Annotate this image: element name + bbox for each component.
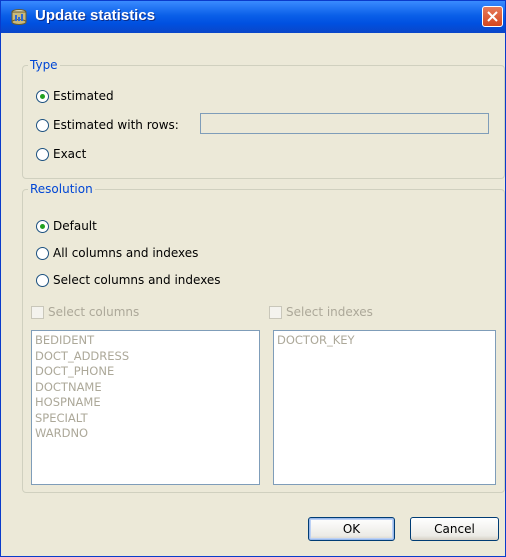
radio-label: All columns and indexes <box>53 246 199 260</box>
radio-button[interactable] <box>36 219 49 233</box>
radio-label: Estimated <box>53 89 114 103</box>
database-statistics-icon <box>11 9 27 25</box>
select-columns-label: Select columns <box>48 305 140 319</box>
radio-exact[interactable]: Exact <box>36 146 86 162</box>
radio-button[interactable] <box>36 89 49 103</box>
list-item[interactable]: DOCT_PHONE <box>35 364 256 380</box>
indexes-listbox[interactable]: DOCTOR_KEY <box>273 330 496 485</box>
rows-input[interactable] <box>200 113 489 134</box>
list-item[interactable]: BEDIDENT <box>35 333 256 349</box>
list-item[interactable]: DOCTOR_KEY <box>277 333 492 349</box>
columns-listbox[interactable]: BEDIDENT DOCT_ADDRESS DOCT_PHONE DOCTNAM… <box>31 330 260 485</box>
radio-select-columns-and-indexes[interactable]: Select columns and indexes <box>36 272 221 288</box>
radio-label: Estimated with rows: <box>53 118 179 132</box>
select-indexes-label: Select indexes <box>286 305 373 319</box>
type-group-legend: Type <box>28 58 60 72</box>
radio-label: Exact <box>53 147 87 161</box>
window-title: Update statistics <box>35 7 156 24</box>
radio-estimated[interactable]: Estimated <box>36 88 114 104</box>
select-indexes-checkbox[interactable]: Select indexes <box>269 304 373 320</box>
select-columns-checkbox[interactable]: Select columns <box>31 304 139 320</box>
radio-estimated-with-rows[interactable]: Estimated with rows: <box>36 117 179 133</box>
checkbox[interactable] <box>269 305 282 319</box>
list-item[interactable]: WARDNO <box>35 426 256 442</box>
radio-default[interactable]: Default <box>36 218 97 234</box>
radio-button[interactable] <box>36 147 49 161</box>
radio-all-columns-and-indexes[interactable]: All columns and indexes <box>36 245 198 261</box>
close-button[interactable] <box>482 6 503 27</box>
list-item[interactable]: HOSPNAME <box>35 395 256 411</box>
resolution-group-legend: Resolution <box>28 182 95 196</box>
radio-label: Select columns and indexes <box>53 273 221 287</box>
radio-label: Default <box>53 219 97 233</box>
list-item[interactable]: DOCT_ADDRESS <box>35 349 256 365</box>
update-statistics-dialog: Update statistics Type Estimated Estimat… <box>0 0 506 557</box>
cancel-button[interactable]: Cancel <box>410 517 499 541</box>
radio-button[interactable] <box>36 273 49 287</box>
ok-button[interactable]: OK <box>308 517 395 541</box>
checkbox[interactable] <box>31 305 44 319</box>
list-item[interactable]: SPECIALT <box>35 411 256 427</box>
radio-button[interactable] <box>36 118 49 132</box>
list-item[interactable]: DOCTNAME <box>35 380 256 396</box>
title-bar[interactable]: Update statistics <box>1 1 505 33</box>
close-icon <box>487 11 498 22</box>
radio-button[interactable] <box>36 246 49 260</box>
